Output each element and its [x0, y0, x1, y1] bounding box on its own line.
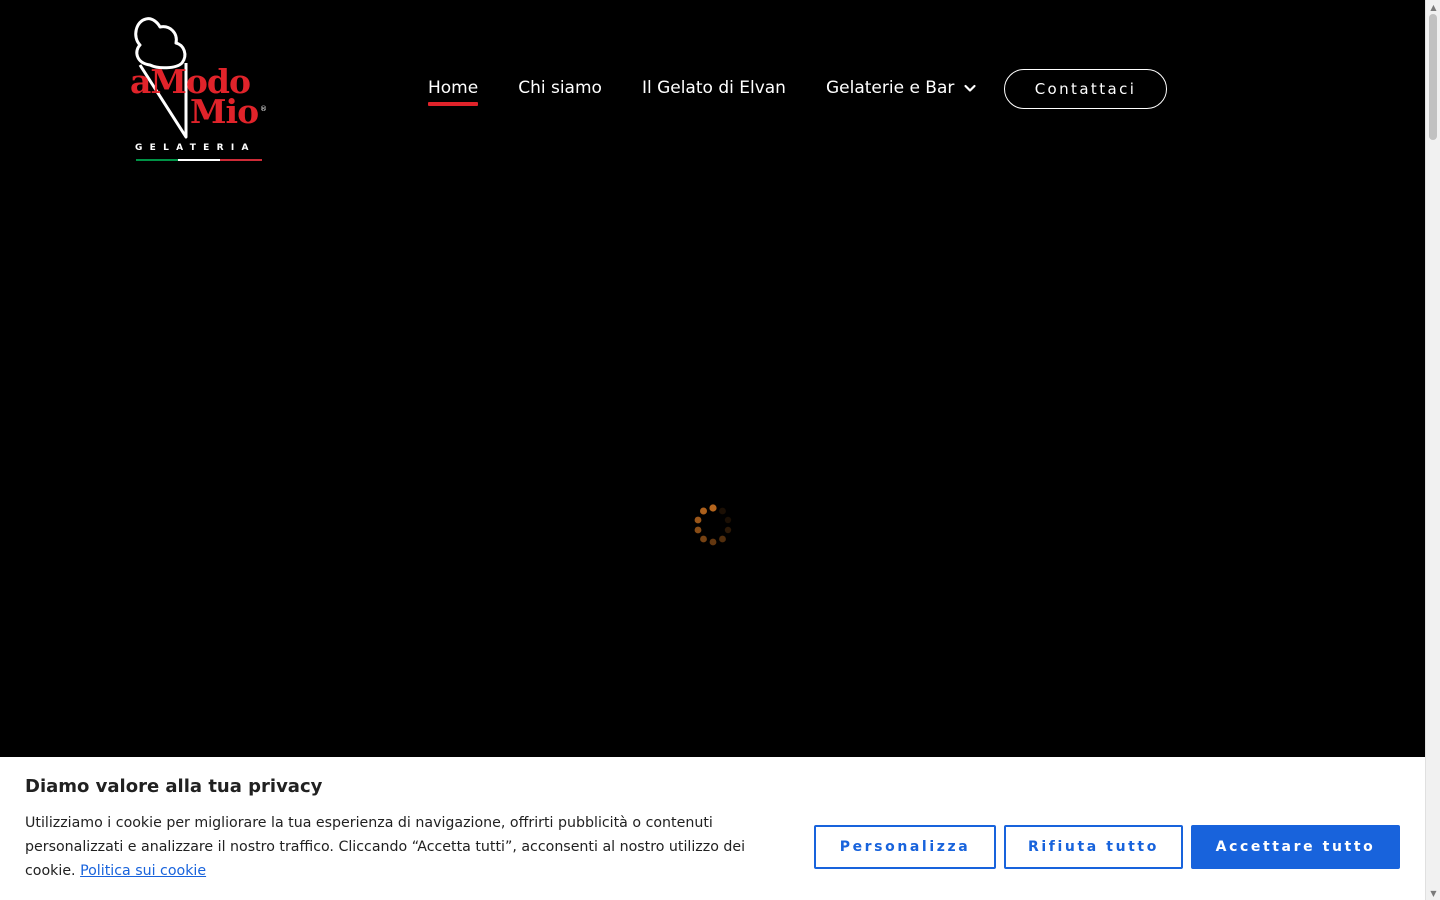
nav-item-gelaterie-e-bar[interactable]: Gelaterie e Bar [826, 76, 978, 100]
scrollbar-thumb[interactable] [1429, 14, 1437, 140]
logo-brand-line-2: Mio [190, 92, 259, 131]
nav-item-label: Chi siamo [518, 78, 602, 98]
chevron-down-icon [964, 84, 976, 92]
cookie-policy-link[interactable]: Politica sui cookie [80, 863, 206, 879]
nav-item-chi-siamo[interactable]: Chi siamo [518, 76, 602, 100]
nav-item-label: Home [428, 78, 479, 98]
cookie-banner-title: Diamo valore alla tua privacy [25, 776, 323, 797]
nav-item-label: Il Gelato di Elvan [641, 78, 786, 98]
page: aModo Mio ® GELATERIA Home Chi siamo Il … [0, 0, 1425, 900]
loading-spinner-icon [694, 504, 732, 546]
cookie-consent-banner: Diamo valore alla tua privacy Utilizziam… [0, 757, 1425, 900]
nav-item-il-gelato-di-elvan[interactable]: Il Gelato di Elvan [642, 76, 786, 100]
scroll-up-arrow-icon[interactable]: ▲ [1426, 0, 1440, 14]
logo-italian-flag-stripe [136, 159, 262, 161]
nav-item-home[interactable]: Home [428, 76, 479, 106]
logo-subtitle: GELATERIA [135, 143, 256, 153]
nav-item-label: Gelaterie e Bar [825, 78, 955, 98]
vertical-scrollbar[interactable]: ▲ ▼ [1425, 0, 1440, 900]
main-nav: Home Chi siamo Il Gelato di Elvan Gelate… [428, 76, 978, 106]
cookie-banner-text: Utilizziamo i cookie per migliorare la t… [25, 811, 800, 883]
contact-button[interactable]: Contattaci [1004, 69, 1167, 109]
site-header: aModo Mio ® GELATERIA Home Chi siamo Il … [0, 0, 1425, 180]
logo-registered-mark: ® [260, 105, 267, 113]
logo[interactable]: aModo Mio ® GELATERIA [128, 15, 268, 165]
customize-button[interactable]: Personalizza [814, 825, 996, 869]
accept-all-button[interactable]: Accettare tutto [1191, 825, 1400, 869]
browser-viewport: aModo Mio ® GELATERIA Home Chi siamo Il … [0, 0, 1440, 900]
scroll-down-arrow-icon[interactable]: ▼ [1426, 886, 1440, 900]
reject-all-button[interactable]: Rifiuta tutto [1004, 825, 1183, 869]
